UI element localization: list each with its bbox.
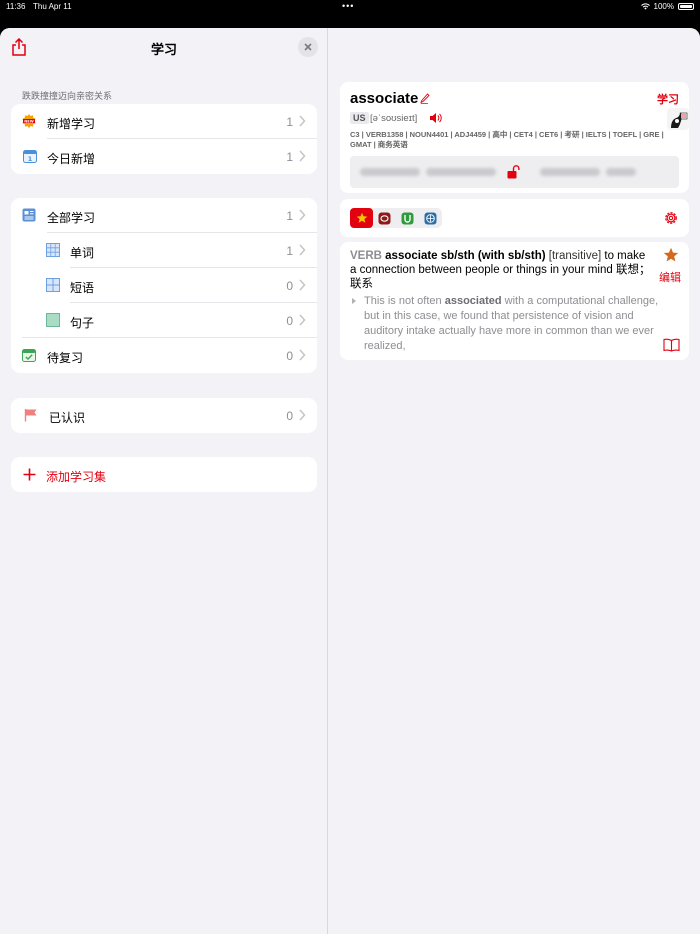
chevron-right-icon (299, 349, 306, 361)
new-badge-icon: NEW (22, 114, 36, 128)
list-item-label: 待复习 (47, 351, 84, 365)
square-icon (46, 313, 60, 327)
pencil-icon[interactable] (420, 93, 430, 104)
item-count: 0 (286, 314, 293, 328)
close-button[interactable] (298, 37, 318, 57)
chevron-right-icon (299, 115, 306, 127)
app-window: 学习 跌跌撞撞迈向亲密关系 NEW 新增学习 1 1 今日新增 1 全部学习 1… (0, 28, 700, 934)
add-study-set-button[interactable]: 添加学习集 (11, 457, 317, 492)
detail-pane: associate 学习 US [əˈsoʊsieɪt] C3 | VERB13… (329, 28, 700, 934)
all-study-group: 全部学习 1 单词 1 短语 0 句子 0 待复习 0 (11, 198, 317, 373)
headword-title: associate (350, 90, 419, 107)
item-count: 0 (286, 409, 293, 423)
item-count: 1 (286, 209, 293, 223)
chevron-right-icon (299, 150, 306, 162)
status-date: Thu Apr 11 (33, 2, 72, 11)
example-bullet-icon (352, 298, 356, 304)
svg-text:NEW: NEW (24, 119, 33, 123)
study-link[interactable]: 学习 (657, 91, 679, 107)
chevron-right-icon (299, 409, 306, 421)
calendar-check-icon (22, 349, 36, 362)
status-bar: 11:36 Thu Apr 11 ••• 100% (0, 0, 700, 14)
battery-percent: 100% (653, 2, 674, 11)
collins-icon (378, 212, 391, 224)
section-header: 跌跌撞撞迈向亲密关系 (22, 91, 113, 101)
battery-icon (678, 3, 694, 10)
tab-starred-dictionary[interactable] (350, 208, 373, 228)
list-item-label: 已认识 (49, 411, 86, 425)
example-text-pre: This is not often (364, 295, 445, 307)
phonetic-text: [əˈsoʊsieɪt] (370, 113, 418, 124)
mascot-avatar-icon[interactable] (667, 108, 689, 130)
definition-text: VERB associate sb/sth (with sb/sth) [tra… (350, 249, 653, 291)
example-keyword: associated (444, 295, 502, 307)
close-icon (304, 43, 312, 51)
list-item-label: 句子 (70, 316, 95, 330)
speaker-icon[interactable] (429, 112, 442, 124)
definition-headword: associate sb/sth (with sb/sth) (385, 250, 546, 262)
definition-card: VERB associate sb/sth (with sb/sth) [tra… (340, 242, 689, 360)
flag-icon (24, 409, 37, 422)
chevron-right-icon (299, 244, 306, 256)
add-study-set-group: 添加学习集 (11, 457, 317, 492)
status-time: 11:36 (6, 2, 26, 11)
plus-icon (23, 468, 36, 481)
add-study-set-label: 添加学习集 (46, 470, 107, 484)
list-item-phrases[interactable]: 短语 0 (11, 268, 317, 303)
new-items-group: NEW 新增学习 1 1 今日新增 1 (11, 104, 317, 174)
grammar-label: [transitive] (548, 250, 602, 262)
svg-text:1: 1 (28, 155, 33, 163)
word-header-card: associate 学习 US [əˈsoʊsieɪt] C3 | VERB13… (340, 82, 689, 193)
gear-icon[interactable] (663, 210, 679, 226)
tab-web-dictionary[interactable] (419, 208, 442, 228)
chevron-right-icon (299, 314, 306, 326)
favorite-star-icon[interactable] (663, 247, 679, 263)
example-sentence: This is not often associated with a comp… (364, 294, 659, 354)
list-item-label: 新增学习 (47, 117, 96, 131)
list-item-new-study[interactable]: NEW 新增学习 1 (11, 104, 317, 139)
tab-u-dictionary[interactable] (396, 208, 419, 228)
list-item-label: 全部学习 (47, 211, 96, 225)
list-icon (22, 208, 36, 222)
multitasking-dots-icon[interactable]: ••• (342, 1, 354, 11)
list-item-today-new[interactable]: 1 今日新增 1 (11, 139, 317, 174)
tab-collins-dictionary[interactable] (373, 208, 396, 228)
unlock-icon[interactable] (507, 165, 521, 179)
list-item-words[interactable]: 单词 1 (11, 233, 317, 268)
grid-icon (46, 243, 60, 257)
quad-grid-icon (46, 278, 60, 292)
part-of-speech: VERB (350, 250, 382, 262)
item-count: 0 (286, 279, 293, 293)
calendar-icon: 1 (23, 150, 37, 163)
dictionary-tabs (350, 208, 442, 228)
dictionary-bar (340, 199, 689, 237)
wifi-icon (640, 3, 650, 10)
list-item-known[interactable]: 已认识 0 (11, 398, 317, 433)
list-item-all-study[interactable]: 全部学习 1 (11, 198, 317, 233)
word-tags: C3 | VERB1358 | NOUN4401 | ADJ4459 | 高中 … (350, 130, 664, 149)
globe-icon (424, 212, 437, 224)
star-icon (356, 212, 367, 223)
accent-tag[interactable]: US (350, 112, 369, 124)
item-count: 1 (286, 244, 293, 258)
page-title: 学习 (150, 42, 177, 57)
chevron-right-icon (299, 209, 306, 221)
edit-button[interactable]: 编辑 (659, 269, 681, 285)
list-item-label: 今日新增 (47, 152, 96, 166)
chevron-right-icon (299, 279, 306, 291)
item-count: 0 (286, 349, 293, 363)
item-count: 1 (286, 150, 293, 164)
u-dictionary-icon (401, 212, 414, 224)
list-item-label: 短语 (70, 281, 95, 295)
sidebar: 学习 跌跌撞撞迈向亲密关系 NEW 新增学习 1 1 今日新增 1 全部学习 1… (0, 28, 328, 934)
list-item-to-review[interactable]: 待复习 0 (11, 338, 317, 373)
list-item-sentences[interactable]: 句子 0 (11, 303, 317, 338)
item-count: 1 (286, 115, 293, 129)
known-group: 已认识 0 (11, 398, 317, 433)
book-icon[interactable] (663, 338, 680, 352)
list-item-label: 单词 (70, 246, 95, 260)
